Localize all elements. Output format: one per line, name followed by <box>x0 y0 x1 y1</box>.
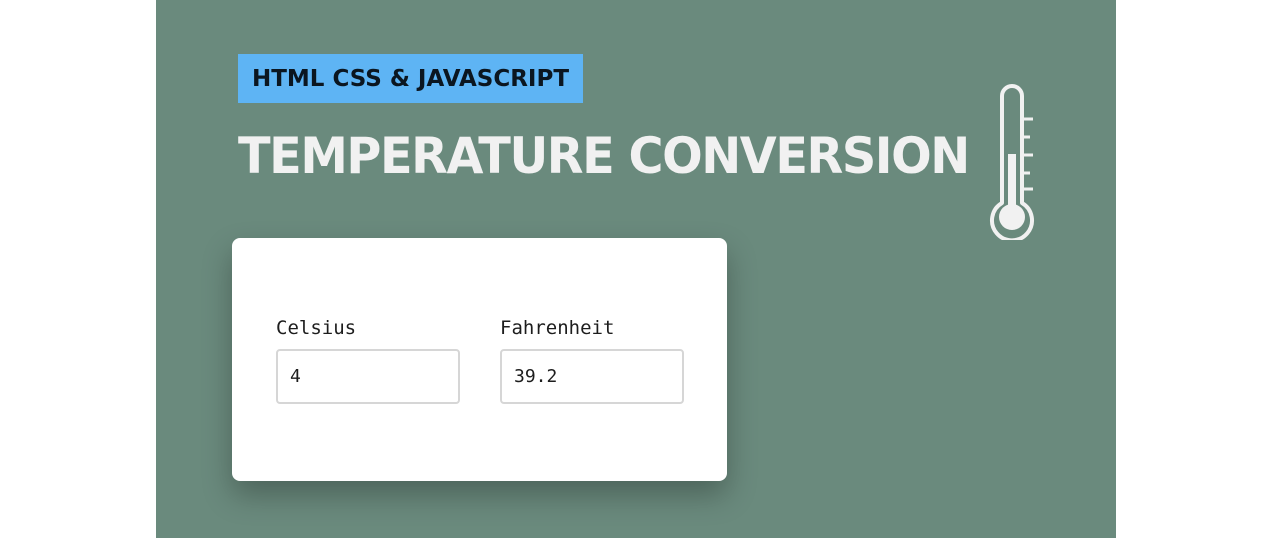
converter-card: Celsius Fahrenheit <box>232 238 727 481</box>
fahrenheit-input[interactable] <box>500 349 684 404</box>
celsius-label: Celsius <box>276 317 357 339</box>
page-title: TEMPERATURE CONVERSION <box>238 127 970 185</box>
fahrenheit-label: Fahrenheit <box>500 317 615 339</box>
celsius-field: Celsius <box>276 316 460 404</box>
tech-tag: HTML CSS & JAVASCRIPT <box>238 54 583 103</box>
fahrenheit-field: Fahrenheit <box>500 316 684 404</box>
thermometer-icon <box>990 84 1034 240</box>
celsius-input[interactable] <box>276 349 460 404</box>
